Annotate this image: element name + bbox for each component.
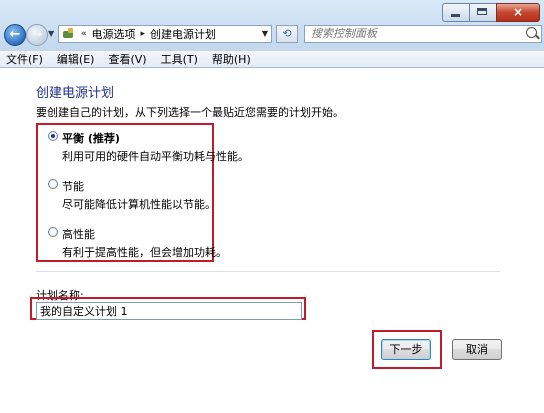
content-pane: 创建电源计划 要创建自己的计划，从下列选择一个最贴近您需要的计划开始。 平衡 (… bbox=[0, 67, 544, 413]
close-button[interactable]: × bbox=[496, 3, 540, 22]
window-caption-buttons: × bbox=[442, 3, 540, 22]
search-icon[interactable] bbox=[526, 27, 537, 38]
breadcrumb-separator-icon[interactable]: ▸ bbox=[139, 29, 148, 39]
address-dropdown-icon[interactable]: ▼ bbox=[262, 29, 268, 38]
plan-option-power-saver[interactable]: 节能 尽可能降低计算机性能以节能。 bbox=[48, 178, 248, 214]
recent-pages-dropdown-icon[interactable]: ▼ bbox=[48, 29, 54, 38]
page-subtitle: 要创建自己的计划，从下列选择一个最贴近您需要的计划开始。 bbox=[36, 106, 344, 119]
control-panel-icon bbox=[62, 28, 76, 40]
refresh-button[interactable]: ⟲ bbox=[276, 25, 298, 43]
back-arrow-icon: ← bbox=[9, 27, 21, 42]
breadcrumb-create-plan[interactable]: 创建电源计划 bbox=[147, 26, 219, 42]
search-input[interactable] bbox=[311, 27, 511, 40]
menu-tools[interactable]: 工具(T) bbox=[155, 52, 206, 67]
maximize-button[interactable] bbox=[469, 3, 496, 22]
next-button[interactable]: 下一步 bbox=[381, 339, 431, 360]
menu-view[interactable]: 查看(V) bbox=[102, 52, 154, 67]
divider bbox=[36, 271, 500, 272]
forward-button[interactable]: → bbox=[26, 24, 48, 46]
plan-power-saver-description: 尽可能降低计算机性能以节能。 bbox=[62, 198, 216, 211]
minimize-icon bbox=[451, 14, 460, 17]
plan-name-input[interactable] bbox=[36, 302, 302, 320]
search-box[interactable] bbox=[304, 25, 542, 43]
plan-option-high-performance[interactable]: 高性能 有利于提高性能，但会增加功耗。 bbox=[48, 226, 248, 262]
breadcrumb-power-options[interactable]: 电源选项 bbox=[89, 26, 139, 42]
address-bar[interactable]: « 电源选项 ▸ 创建电源计划 ▼ bbox=[58, 25, 272, 43]
plan-high-performance-description: 有利于提高性能，但会增加功耗。 bbox=[62, 246, 227, 259]
plan-high-performance-radio[interactable] bbox=[48, 227, 58, 237]
plan-balanced-radio[interactable] bbox=[48, 131, 58, 141]
page-title: 创建电源计划 bbox=[36, 86, 115, 101]
minimize-button[interactable] bbox=[442, 3, 469, 22]
menu-file[interactable]: 文件(F) bbox=[0, 52, 51, 67]
menu-bar: 文件(F) 编辑(E) 查看(V) 工具(T) 帮助(H) bbox=[0, 50, 544, 67]
menu-edit[interactable]: 编辑(E) bbox=[51, 52, 103, 67]
plan-option-balanced[interactable]: 平衡 (推荐) 利用可用的硬件自动平衡功耗与性能。 bbox=[48, 130, 249, 166]
window-chrome: × ← → ▼ « 电源选项 ▸ 创建电源计划 ▼ ⟲ 文件(F) 编辑(E) … bbox=[0, 0, 544, 67]
plan-power-saver-radio[interactable] bbox=[48, 179, 58, 189]
plan-high-performance-label[interactable]: 高性能 bbox=[62, 226, 95, 242]
refresh-icon: ⟲ bbox=[282, 27, 292, 40]
cancel-button[interactable]: 取消 bbox=[452, 339, 502, 360]
menu-help[interactable]: 帮助(H) bbox=[206, 52, 259, 67]
navigation-bar: ← → ▼ « 电源选项 ▸ 创建电源计划 ▼ ⟲ bbox=[0, 22, 544, 48]
back-button[interactable]: ← bbox=[4, 24, 26, 46]
plan-power-saver-label[interactable]: 节能 bbox=[62, 178, 84, 194]
forward-arrow-icon: → bbox=[31, 27, 43, 42]
plan-balanced-label[interactable]: 平衡 (推荐) bbox=[62, 130, 120, 146]
maximize-icon bbox=[477, 8, 487, 15]
plan-balanced-description: 利用可用的硬件自动平衡功耗与性能。 bbox=[62, 150, 249, 163]
breadcrumb-overflow-icon[interactable]: « bbox=[79, 29, 89, 39]
close-icon: × bbox=[512, 5, 524, 19]
